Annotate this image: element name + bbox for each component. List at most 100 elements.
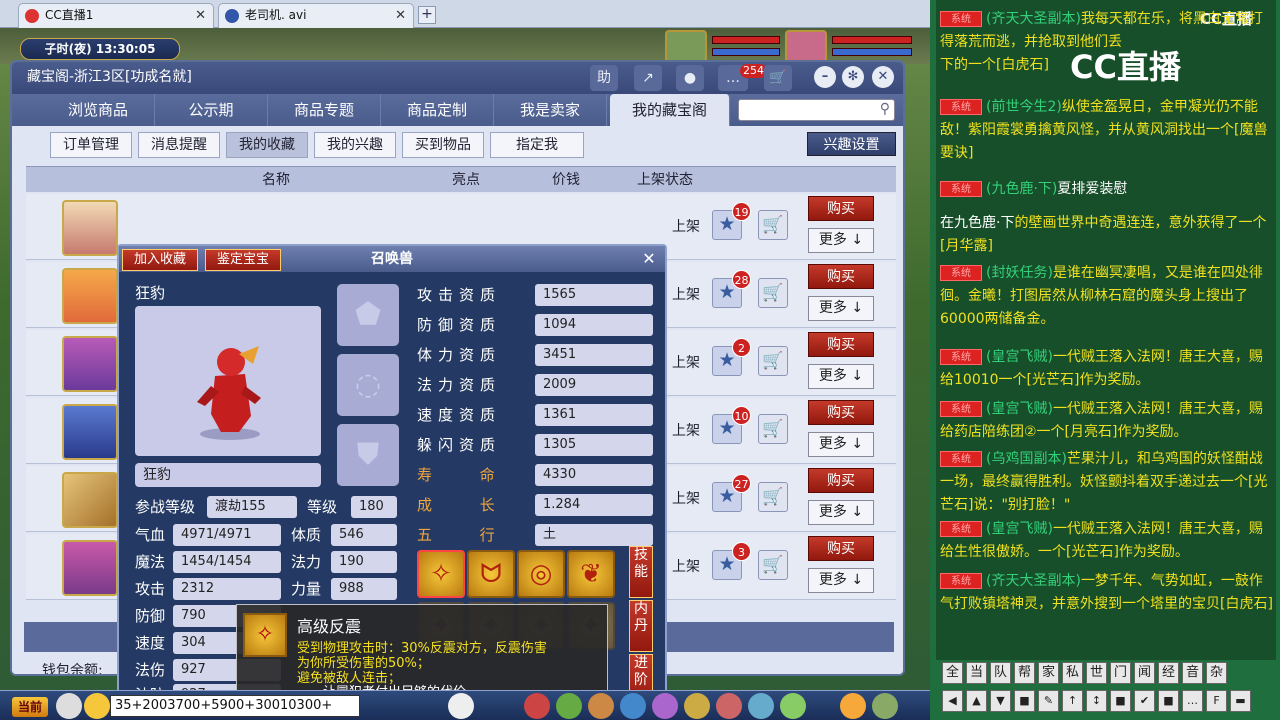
channel-sound-button[interactable]: 音 bbox=[1182, 662, 1203, 684]
font-icon[interactable]: F bbox=[1206, 690, 1227, 712]
chat-input[interactable]: 35+2003700+5900+30010300+ bbox=[110, 695, 360, 717]
house-icon[interactable] bbox=[872, 693, 898, 719]
close-button[interactable]: ✕ bbox=[872, 66, 894, 88]
more-dropdown[interactable]: 更多 ↓ bbox=[808, 228, 874, 253]
search-icon[interactable]: ⚲ bbox=[880, 101, 890, 117]
pet-armor-slot[interactable]: ⛊ bbox=[337, 424, 399, 486]
pet-collar-slot[interactable]: ◌ bbox=[337, 354, 399, 416]
tab-browse-goods[interactable]: 浏览商品 bbox=[42, 94, 155, 126]
up-arrow-icon[interactable]: ▲ bbox=[966, 690, 987, 712]
channel-team-button[interactable]: 队 bbox=[990, 662, 1011, 684]
pet-armor-slot[interactable]: ⬟ bbox=[337, 284, 399, 346]
scroll-up-icon[interactable]: ↑ bbox=[1062, 690, 1083, 712]
help-button[interactable]: 助 bbox=[590, 65, 618, 91]
skill-slot[interactable]: ᗢ bbox=[467, 550, 515, 598]
channel-all-button[interactable]: 全 bbox=[942, 662, 963, 684]
subtab-orders[interactable]: 订单管理 bbox=[50, 132, 132, 158]
edit-icon[interactable]: ✎ bbox=[1038, 690, 1059, 712]
buy-button[interactable]: 购买 bbox=[808, 264, 874, 289]
skill-slot[interactable]: ◎ bbox=[517, 550, 565, 598]
emoji-icon[interactable] bbox=[84, 693, 110, 719]
cart-icon[interactable]: 🛒 bbox=[764, 65, 792, 91]
player-avatar-top[interactable] bbox=[785, 30, 827, 64]
cart-icon[interactable]: 🛒 bbox=[758, 482, 788, 512]
subtab-interests[interactable]: 我的兴趣 bbox=[314, 132, 396, 158]
buy-button[interactable]: 购买 bbox=[808, 196, 874, 221]
current-channel-button[interactable]: 当前 bbox=[12, 697, 48, 717]
skill-slot[interactable]: ✧ bbox=[417, 550, 465, 598]
browser-tab-video[interactable]: 老司机. avi ✕ bbox=[218, 3, 414, 28]
map-icon[interactable] bbox=[748, 693, 774, 719]
copy-icon[interactable]: ■ bbox=[1110, 690, 1131, 712]
new-tab-button[interactable]: + bbox=[418, 6, 436, 24]
tab-inner-core[interactable]: 内丹 bbox=[629, 600, 653, 652]
channel-sect-button[interactable]: 门 bbox=[1110, 662, 1131, 684]
clear-icon[interactable]: ▬ bbox=[1230, 690, 1251, 712]
browser-tab-cc-live[interactable]: CC直播1 ✕ bbox=[18, 3, 214, 28]
close-icon[interactable]: ✕ bbox=[195, 4, 206, 27]
trade-icon[interactable] bbox=[716, 693, 742, 719]
subtab-purchased[interactable]: 买到物品 bbox=[402, 132, 484, 158]
close-icon[interactable]: ✕ bbox=[395, 4, 406, 27]
buy-button[interactable]: 购买 bbox=[808, 332, 874, 357]
pet-panel-icon[interactable] bbox=[448, 693, 474, 719]
channel-family-button[interactable]: 家 bbox=[1038, 662, 1059, 684]
cart-icon[interactable]: 🛒 bbox=[758, 278, 788, 308]
subtab-messages[interactable]: 消息提醒 bbox=[138, 132, 220, 158]
record-icon[interactable]: ● bbox=[676, 65, 704, 91]
stop-icon[interactable]: ■ bbox=[1014, 690, 1035, 712]
check-icon[interactable]: ✔ bbox=[1134, 690, 1155, 712]
tab-my-treasure[interactable]: 我的藏宝阁 bbox=[610, 94, 730, 126]
channel-world-button[interactable]: 世 bbox=[1086, 662, 1107, 684]
tab-public-period[interactable]: 公示期 bbox=[155, 94, 268, 126]
friend-icon[interactable] bbox=[684, 693, 710, 719]
share-icon[interactable]: ↗ bbox=[634, 65, 662, 91]
channel-guild-button[interactable]: 帮 bbox=[1014, 662, 1035, 684]
add-favorite-button[interactable]: 加入收藏 bbox=[122, 249, 198, 271]
channel-economy-button[interactable]: 经 bbox=[1158, 662, 1179, 684]
guild-icon[interactable] bbox=[652, 693, 678, 719]
bag-icon[interactable] bbox=[524, 693, 550, 719]
buy-button[interactable]: 购买 bbox=[808, 468, 874, 493]
buy-button[interactable]: 购买 bbox=[808, 536, 874, 561]
more-dropdown[interactable]: 更多 ↓ bbox=[808, 296, 874, 321]
skill-icon[interactable] bbox=[588, 693, 614, 719]
down-arrow-icon[interactable]: ▼ bbox=[990, 690, 1011, 712]
more-dropdown[interactable]: 更多 ↓ bbox=[808, 364, 874, 389]
cart-icon[interactable]: 🛒 bbox=[758, 210, 788, 240]
tab-custom-goods[interactable]: 商品定制 bbox=[381, 94, 494, 126]
subtab-favorites[interactable]: 我的收藏 bbox=[226, 132, 308, 158]
team-icon[interactable] bbox=[556, 693, 582, 719]
bubble-icon[interactable]: … bbox=[1182, 690, 1203, 712]
window-icon[interactable]: ■ bbox=[1158, 690, 1179, 712]
interest-settings-button[interactable]: 兴趣设置 bbox=[807, 132, 896, 156]
more-dropdown[interactable]: 更多 ↓ bbox=[808, 568, 874, 593]
minimize-button[interactable]: – bbox=[814, 66, 836, 88]
cart-icon[interactable]: 🛒 bbox=[758, 346, 788, 376]
system-icon[interactable] bbox=[780, 693, 806, 719]
channel-private-button[interactable]: 私 bbox=[1062, 662, 1083, 684]
cart-icon[interactable]: 🛒 bbox=[758, 550, 788, 580]
channel-current-button[interactable]: 当 bbox=[966, 662, 987, 684]
search-input[interactable]: ⚲ bbox=[738, 99, 895, 121]
pet-avatar-top[interactable] bbox=[665, 30, 707, 64]
settings-gear-icon[interactable]: ✻ bbox=[842, 66, 864, 88]
left-arrow-icon[interactable]: ◀ bbox=[942, 690, 963, 712]
tab-goods-topics[interactable]: 商品专题 bbox=[268, 94, 381, 126]
channel-news-button[interactable]: 闻 bbox=[1134, 662, 1155, 684]
tab-skills[interactable]: 技能 bbox=[629, 546, 653, 598]
microphone-icon[interactable] bbox=[56, 693, 82, 719]
tab-seller[interactable]: 我是卖家 bbox=[494, 94, 607, 126]
cart-icon[interactable]: 🛒 bbox=[758, 414, 788, 444]
more-dropdown[interactable]: 更多 ↓ bbox=[808, 500, 874, 525]
lock-icon[interactable]: ↕ bbox=[1086, 690, 1107, 712]
channel-misc-button[interactable]: 杂 bbox=[1206, 662, 1227, 684]
appraise-button[interactable]: 鉴定宝宝 bbox=[205, 249, 281, 271]
quest-icon[interactable] bbox=[620, 693, 646, 719]
buy-button[interactable]: 购买 bbox=[808, 400, 874, 425]
close-icon[interactable]: ✕ bbox=[639, 249, 659, 269]
skill-slot[interactable]: ❦ bbox=[567, 550, 615, 598]
smiley-icon[interactable] bbox=[840, 693, 866, 719]
subtab-assigned[interactable]: 指定我 bbox=[490, 132, 584, 158]
more-dropdown[interactable]: 更多 ↓ bbox=[808, 432, 874, 457]
